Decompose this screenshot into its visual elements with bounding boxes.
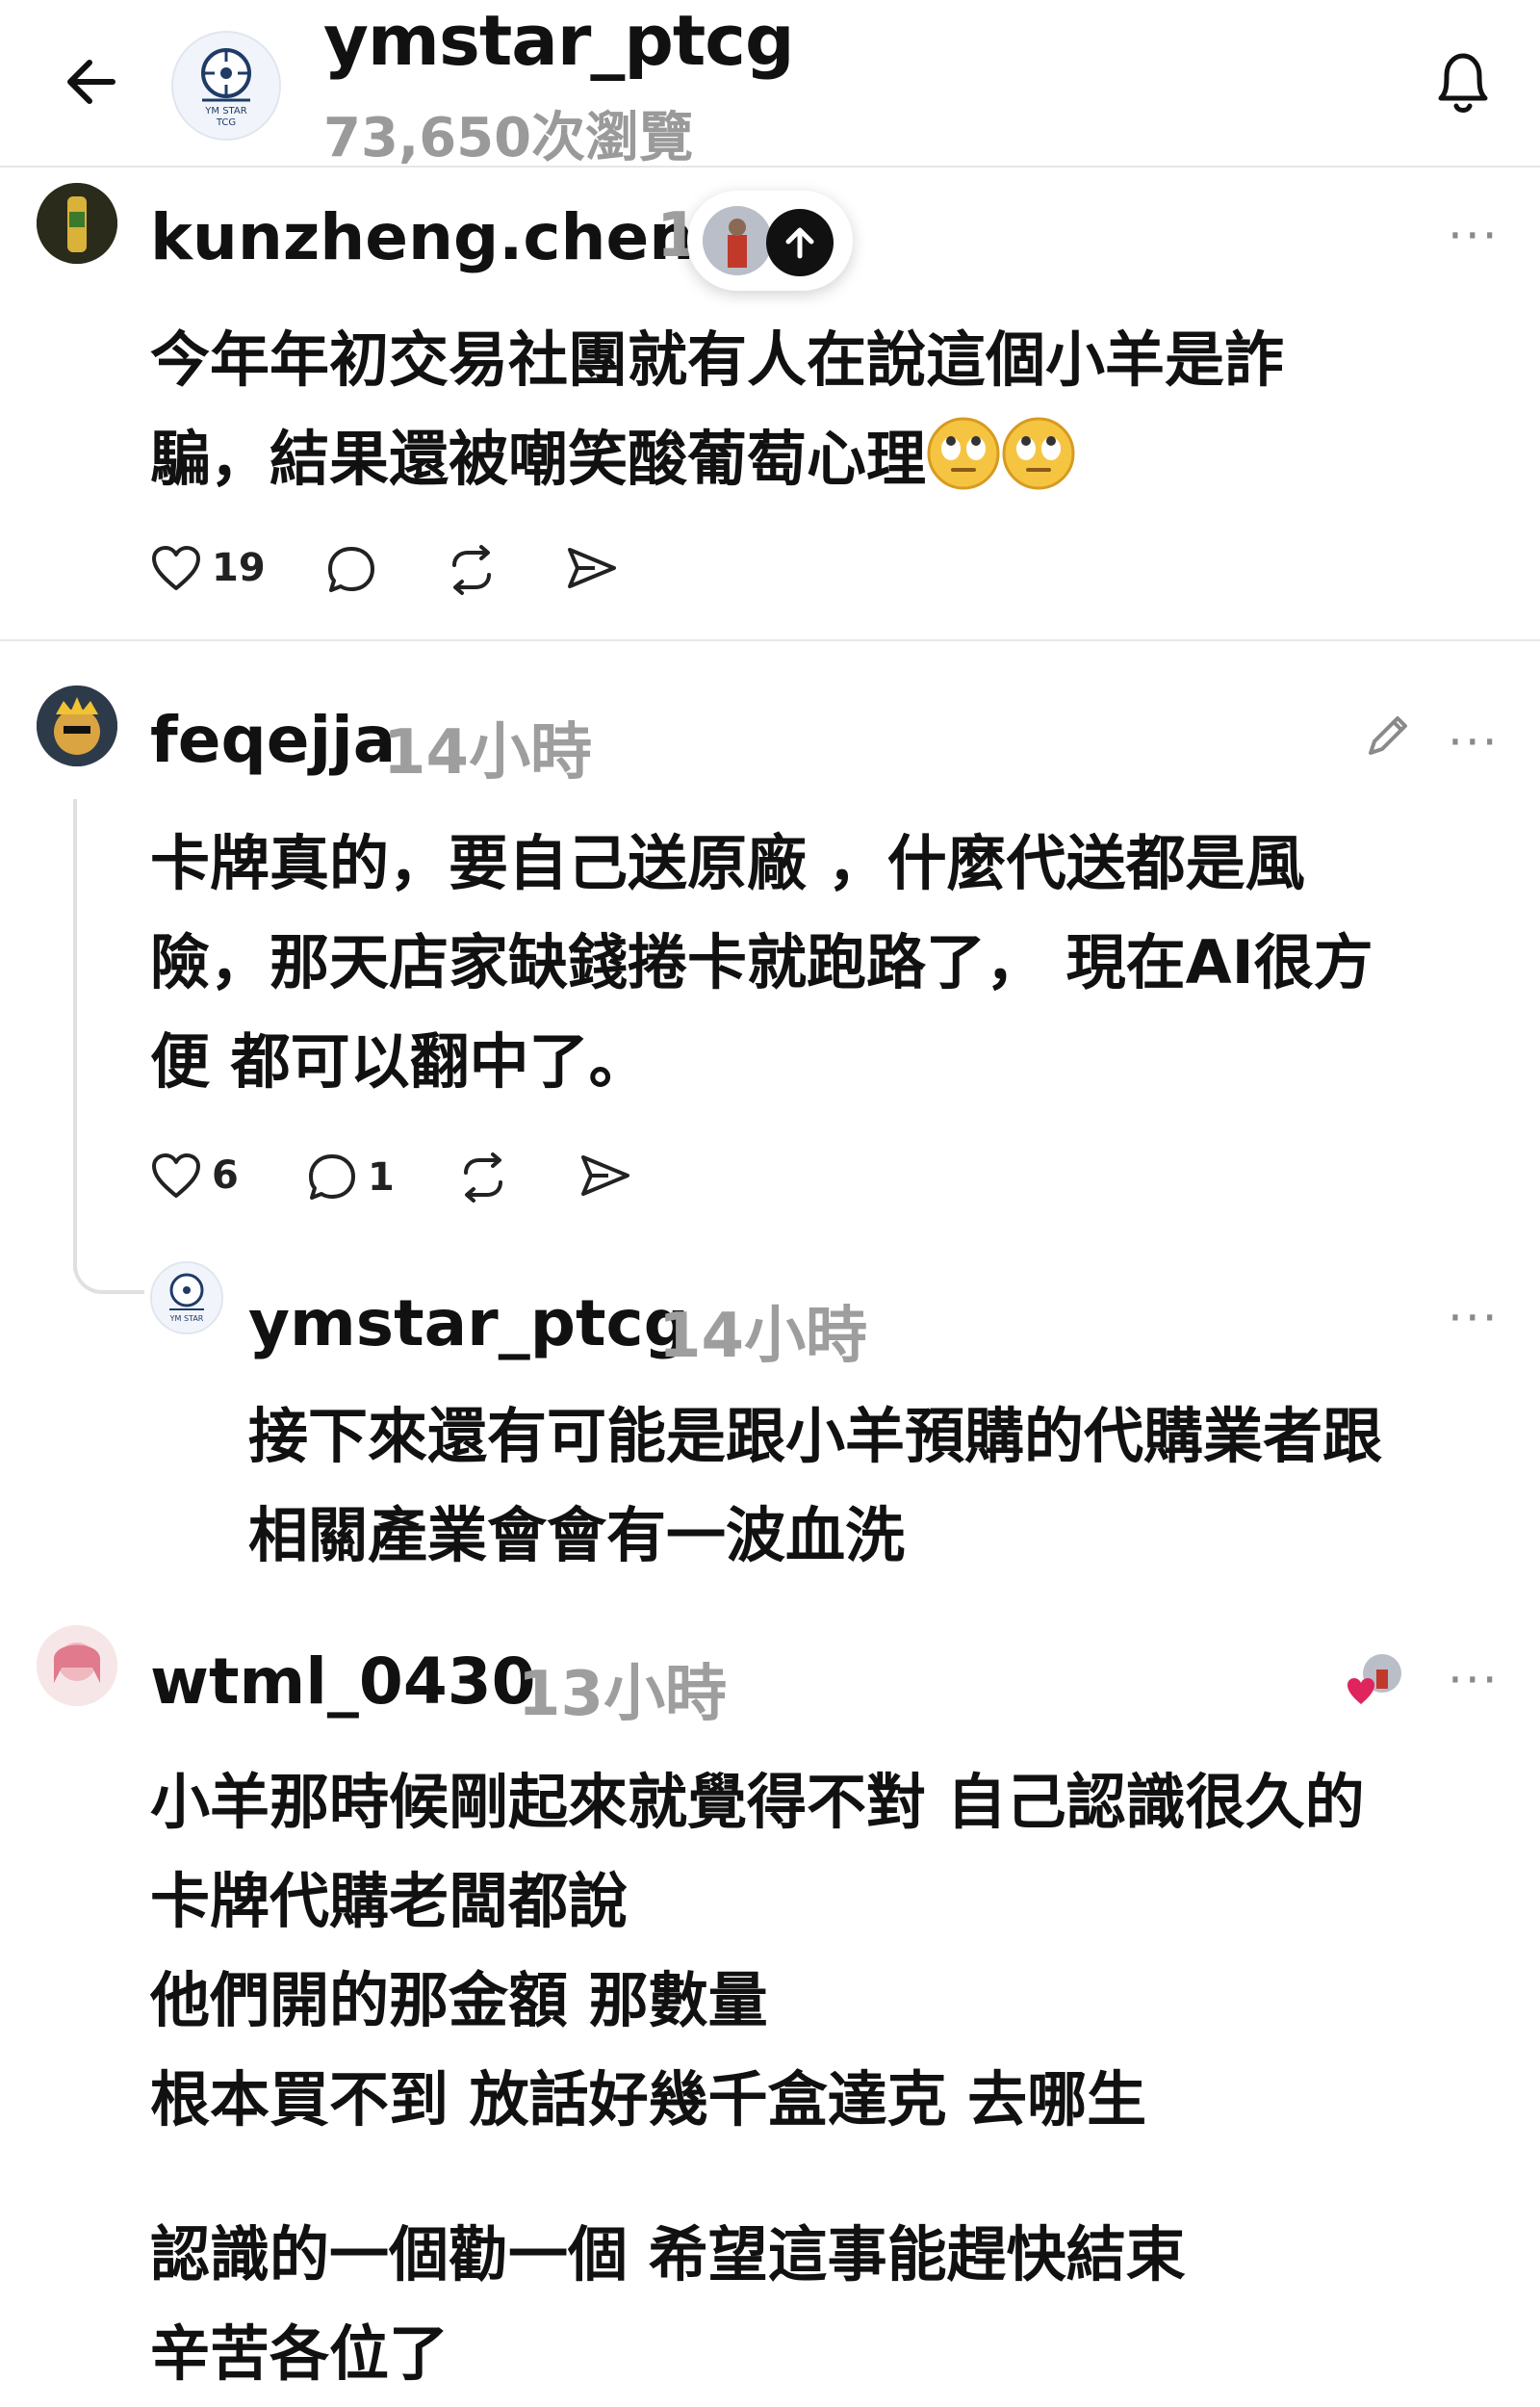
like-button[interactable]: 6 — [150, 1152, 239, 1200]
pencil-icon — [1369, 716, 1407, 755]
comment-icon — [309, 1154, 355, 1200]
avatar-feqejja[interactable] — [37, 686, 117, 766]
comment-icon — [328, 547, 374, 592]
post-time: 14小時 — [658, 1301, 868, 1372]
thread-curve — [73, 1248, 144, 1294]
notification-button[interactable] — [1424, 39, 1502, 125]
username[interactable]: feqejja — [150, 703, 396, 777]
liked-by-author-indicator — [1346, 1648, 1405, 1708]
username[interactable]: ymstar_ptcg — [248, 1286, 689, 1360]
repost-icon — [464, 1152, 502, 1203]
post-text-line: 他們開的那金額 那數量 — [150, 1965, 768, 2035]
post-text-line: 小羊那時候剛起來就覺得不對 自己認識很久的 — [150, 1767, 1365, 1837]
share-button[interactable] — [579, 1152, 631, 1200]
like-count: 19 — [212, 546, 266, 590]
heart-icon — [152, 1153, 200, 1198]
avatar-wtml[interactable] — [37, 1625, 117, 1706]
heart-icon — [152, 546, 200, 590]
liked-by-avatar-icon — [1348, 1654, 1401, 1704]
ymstar-logo-icon: YM STAR TCG — [201, 48, 251, 128]
post-text-line: 卡牌代購老闆都說 — [150, 1866, 629, 1936]
avatar-ymstar[interactable]: YM STAR — [150, 1261, 223, 1334]
reply-button[interactable]: 1 — [306, 1152, 395, 1204]
post-time: 13小時 — [518, 1659, 728, 1730]
post-text-line: 認識的一個勸一個 希望這事能趕快結束 — [150, 2219, 1186, 2290]
more-options-button[interactable]: ··· — [1448, 714, 1500, 770]
edit-button[interactable] — [1361, 709, 1415, 766]
post-text-line: 辛苦各位了 — [150, 2318, 449, 2389]
post-text-line: 接下來還有可能是跟小羊預購的代購業者跟 — [248, 1401, 1383, 1471]
post-text: 騙，結果還被嘲笑酸葡萄心理 — [150, 424, 927, 494]
eye-roll-emoji-icon — [927, 417, 1000, 490]
scroll-top-button[interactable] — [766, 209, 834, 276]
profile-avatar[interactable]: YM STAR TCG — [171, 31, 281, 141]
username[interactable]: wtml_0430 — [150, 1644, 536, 1719]
svg-text:YM STAR: YM STAR — [204, 106, 246, 116]
bell-icon — [1438, 53, 1488, 113]
eye-roll-emoji-icon — [1002, 417, 1075, 490]
repost-button[interactable] — [445, 544, 499, 596]
avatar-image — [37, 183, 117, 264]
avatar-image — [37, 1625, 117, 1706]
reply-count: 1 — [368, 1155, 395, 1200]
svg-text:TCG: TCG — [216, 117, 236, 128]
reply-button[interactable] — [325, 544, 377, 596]
more-options-button[interactable]: ··· — [1448, 1652, 1500, 1708]
send-icon — [581, 1155, 629, 1196]
svg-text:YM STAR: YM STAR — [169, 1314, 204, 1323]
more-options-button[interactable]: ··· — [1448, 1290, 1500, 1346]
post-text-line: 卡牌真的，要自己送原廠 ，什麼代送都是風 — [150, 828, 1305, 898]
repost-icon — [452, 545, 491, 595]
avatar-kunzheng[interactable] — [37, 183, 117, 264]
repost-button[interactable] — [456, 1152, 510, 1204]
post-divider — [0, 639, 1540, 641]
post-text-line: 相關產業會會有一波血洗 — [248, 1500, 906, 1570]
username[interactable]: kunzheng.chen — [150, 200, 694, 274]
page-title: ymstar_ptcg — [323, 0, 794, 81]
send-icon — [568, 548, 616, 588]
avatar-image — [37, 686, 117, 766]
post-text-line: 今年年初交易社團就有人在說這個小羊是詐 — [150, 324, 1285, 395]
ymstar-logo-icon: YM STAR — [169, 1273, 204, 1323]
arrow-up-icon — [785, 227, 814, 259]
share-button[interactable] — [566, 544, 618, 592]
more-options-button[interactable]: ··· — [1448, 208, 1500, 264]
thread-line — [73, 799, 77, 1271]
back-button[interactable] — [48, 43, 135, 120]
view-count: 73,650次瀏覽 — [323, 107, 694, 169]
pill-avatar — [703, 206, 772, 275]
post-time: 14小時 — [383, 717, 593, 789]
post-text-line: 險，那天店家缺錢捲卡就跑路了， 現在AI很方 — [150, 927, 1373, 997]
post-text-line: 根本買不到 放話好幾千盒達克 去哪生 — [150, 2064, 1147, 2135]
like-button[interactable]: 19 — [150, 544, 266, 592]
post-text-line-with-emoji: 騙，結果還被嘲笑酸葡萄心理 — [150, 409, 1076, 508]
post-text-line: 便 都可以翻中了。 — [150, 1026, 649, 1097]
like-count: 6 — [212, 1153, 239, 1198]
back-arrow-icon — [67, 60, 116, 104]
